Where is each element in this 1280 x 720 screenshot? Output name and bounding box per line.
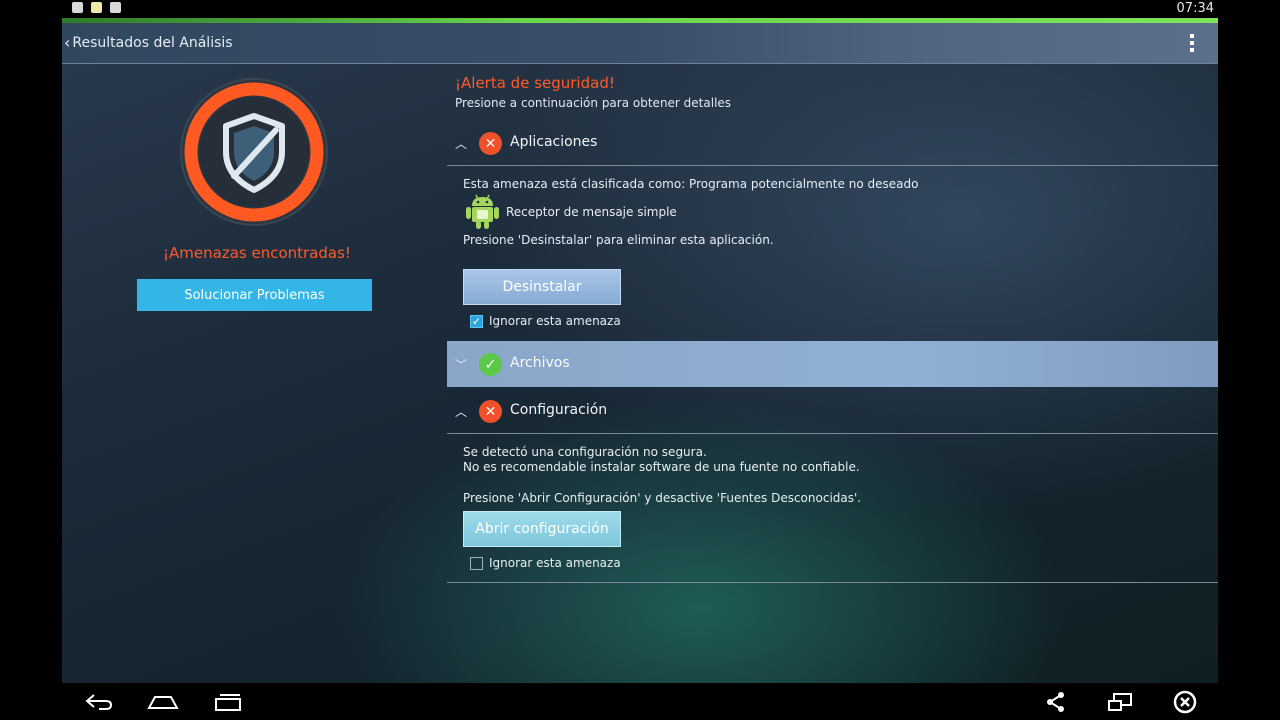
- shopping-bag-icon: [110, 2, 121, 13]
- ignore-threat-config-label: Ignorar esta amenaza: [489, 556, 621, 570]
- navigation-bar: [0, 683, 1280, 720]
- threat-x-icon: ✕: [479, 132, 502, 155]
- section-header-config[interactable]: ︿ ✕ Configuración: [447, 388, 1218, 434]
- window-icon[interactable]: [1102, 689, 1138, 715]
- threats-found-title: ¡Amenazas encontradas!: [163, 244, 351, 262]
- share-icon[interactable]: [1038, 689, 1074, 715]
- open-settings-button[interactable]: Abrir configuración: [463, 511, 621, 547]
- status-clock: 07:34: [1176, 1, 1214, 16]
- sd-card-icon: [91, 2, 102, 13]
- close-icon[interactable]: [1167, 689, 1203, 715]
- back-label: Resultados del Análisis: [72, 34, 233, 51]
- chevron-up-icon: ︿: [455, 405, 468, 419]
- home-icon[interactable]: [145, 689, 181, 715]
- section-label-config: Configuración: [510, 402, 608, 418]
- config-instruction-text: Presione 'Abrir Configuración' y desacti…: [463, 491, 862, 505]
- check-circle-icon: ✓: [479, 353, 502, 376]
- status-bar: 07:34: [0, 0, 1280, 18]
- section-header-files[interactable]: ﹀ ✓ Archivos: [447, 341, 1218, 387]
- app-window: ‹ Resultados del Análisis ¡Amenazas enco…: [62, 18, 1218, 683]
- apps-classification-text: Esta amenaza está clasificada como: Prog…: [463, 177, 919, 191]
- section-divider: [447, 582, 1218, 583]
- security-alert-title: ¡Alerta de seguridad!: [455, 74, 615, 92]
- uninstall-button[interactable]: Desinstalar: [463, 269, 621, 305]
- ignore-threat-apps-label: Ignorar esta amenaza: [489, 314, 621, 328]
- fix-problems-button[interactable]: Solucionar Problemas: [137, 279, 372, 311]
- section-label-files: Archivos: [510, 355, 570, 371]
- chevron-down-icon: ﹀: [455, 358, 468, 372]
- usb-debug-icon: [72, 2, 83, 13]
- back-icon[interactable]: [81, 689, 117, 715]
- section-label-apps: Aplicaciones: [510, 134, 598, 150]
- notification-icons: [72, 2, 121, 13]
- back-button[interactable]: ‹ Resultados del Análisis: [64, 33, 233, 52]
- apps-instruction-text: Presione 'Desinstalar' para eliminar est…: [463, 233, 774, 247]
- app-name: Receptor de mensaje simple: [506, 205, 677, 219]
- chevron-up-icon: ︿: [455, 137, 468, 151]
- overflow-menu-icon[interactable]: [1184, 32, 1200, 54]
- ignore-threat-apps-row[interactable]: ✓ Ignorar esta amenaza: [470, 314, 621, 328]
- chevron-left-icon: ‹: [64, 33, 71, 52]
- security-alert-subtitle: Presione a continuación para obtener det…: [455, 96, 732, 110]
- config-line-1: Se detectó una configuración no segura.: [463, 445, 707, 459]
- ignore-threat-apps-checkbox[interactable]: ✓: [470, 314, 483, 328]
- recents-icon[interactable]: [210, 689, 246, 715]
- ignore-threat-config-checkbox[interactable]: [470, 556, 483, 570]
- section-header-apps[interactable]: ︿ ✕ Aplicaciones: [447, 120, 1218, 166]
- action-bar: ‹ Resultados del Análisis: [62, 23, 1218, 64]
- ignore-threat-config-row[interactable]: Ignorar esta amenaza: [470, 556, 621, 570]
- shield-slash-icon: [180, 78, 328, 226]
- config-line-2: No es recomendable instalar software de …: [463, 460, 860, 474]
- android-icon: [466, 194, 499, 229]
- threat-x-icon: ✕: [479, 400, 502, 423]
